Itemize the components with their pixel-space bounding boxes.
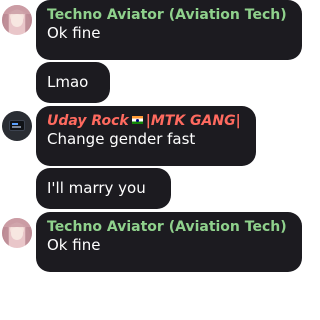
sender-name[interactable]: Techno Aviator (Aviation Tech) (47, 6, 291, 24)
avatar[interactable] (2, 5, 32, 35)
avatar-face (11, 14, 23, 27)
message-text: I'll marry you (47, 179, 146, 197)
message-bubble[interactable]: Techno Aviator (Aviation Tech) Ok fine (36, 0, 302, 60)
avatar[interactable] (2, 111, 32, 141)
message-bubble[interactable]: Lmao (36, 62, 110, 103)
sender-name-text: Uday Rock (47, 113, 129, 129)
avatar[interactable] (2, 218, 32, 248)
message-text: Ok fine (47, 236, 101, 254)
computer-icon (9, 120, 25, 131)
message-text: Change gender fast (47, 130, 196, 148)
sender-name[interactable]: Techno Aviator (Aviation Tech) (47, 218, 291, 236)
avatar-face (11, 227, 23, 240)
message-bubble[interactable]: Techno Aviator (Aviation Tech) Ok fine (36, 212, 302, 272)
message-bubble[interactable]: I'll marry you (36, 168, 171, 209)
sender-name[interactable]: Uday Rock |MTK GANG| (47, 112, 245, 130)
sender-name-suffix: |MTK GANG| (145, 113, 241, 129)
india-flag-icon (131, 116, 143, 124)
message-text: Lmao (47, 73, 89, 91)
message-text: Ok fine (47, 24, 101, 42)
message-bubble[interactable]: Uday Rock |MTK GANG| Change gender fast (36, 106, 256, 166)
